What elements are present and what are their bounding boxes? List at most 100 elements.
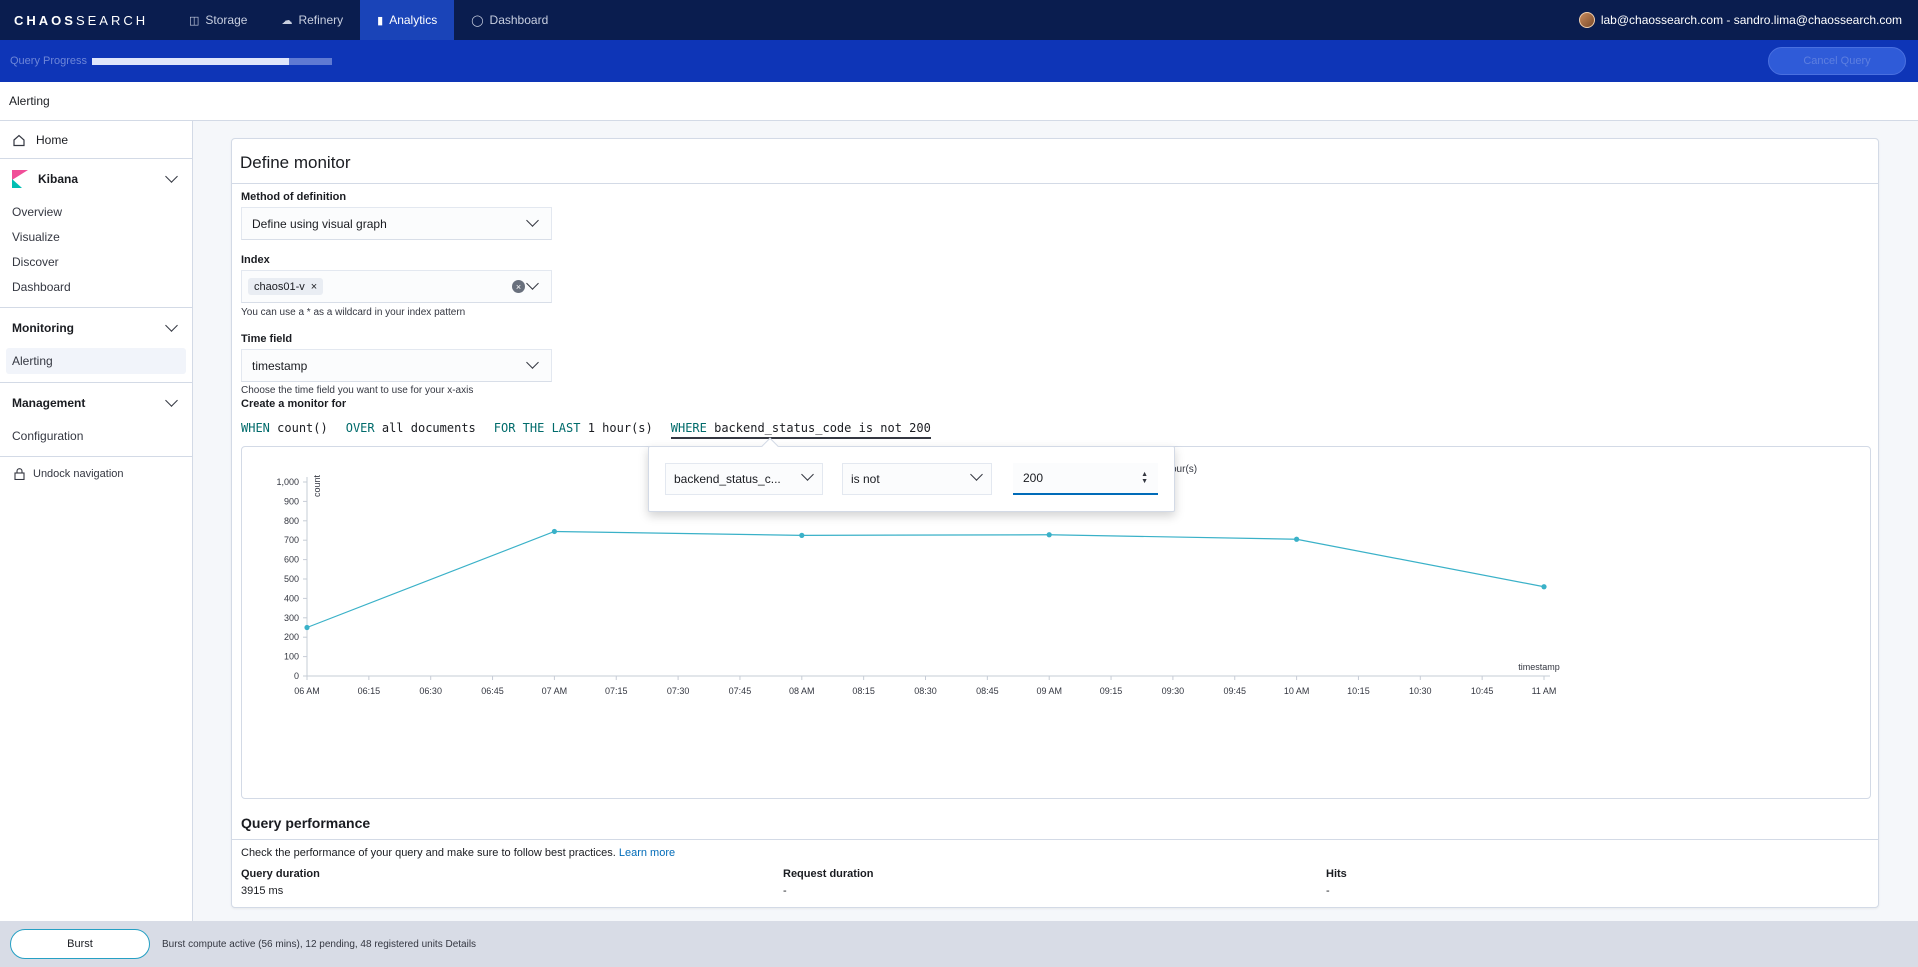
learn-more-link[interactable]: Learn more	[619, 847, 675, 859]
x-tick-label: 06:45	[481, 686, 504, 696]
x-tick-label: 08:15	[852, 686, 875, 696]
progress-track	[92, 57, 332, 65]
sidebar-item-configuration[interactable]: Configuration	[0, 423, 192, 448]
tab-dashboard[interactable]: ◯ Dashboard	[454, 0, 565, 40]
undock-label: Undock navigation	[33, 468, 124, 480]
sidebar-item-overview[interactable]: Overview	[0, 199, 192, 224]
stat-value: -	[783, 885, 787, 897]
user-menu[interactable]: lab@chaossearch.com - sandro.lima@chaoss…	[1578, 12, 1902, 28]
x-axis-label: timestamp	[1518, 662, 1560, 672]
expr-keyword: OVER	[345, 421, 375, 435]
x-tick-label: 07:15	[605, 686, 628, 696]
chevron-down-icon	[970, 468, 983, 481]
x-tick-label: 09:30	[1162, 686, 1185, 696]
tab-analytics[interactable]: ▮ Analytics	[360, 0, 455, 40]
time-field-select[interactable]: timestamp	[241, 349, 552, 382]
y-tick-label: 400	[284, 593, 299, 603]
time-field-label: Time field	[241, 333, 293, 345]
chevron-down-icon	[165, 319, 178, 332]
sidebar-item-home[interactable]: Home	[0, 121, 192, 159]
create-monitor-label: Create a monitor for	[241, 398, 347, 410]
expr-keyword: WHERE	[670, 421, 707, 435]
data-point	[304, 624, 310, 631]
tab-storage[interactable]: ◫ Storage	[172, 0, 264, 40]
expr-value: backend_status_code is not 200	[714, 421, 931, 435]
time-field-value: timestamp	[252, 358, 308, 373]
query-progress-bar: Query Progress Cancel Query	[0, 40, 1918, 82]
data-point	[1046, 532, 1052, 538]
y-axis-label: count	[312, 474, 322, 497]
sidebar-item-visualize[interactable]: Visualize	[0, 224, 192, 249]
index-combobox[interactable]: chaos01-v × ×	[241, 270, 552, 303]
chaossearch-logo[interactable]: CHAOSSEARCH	[14, 13, 172, 28]
close-icon[interactable]: ×	[311, 281, 317, 293]
lock-icon	[14, 468, 25, 480]
chevron-down-icon[interactable]	[526, 277, 539, 290]
expr-for-the-last[interactable]: FOR THE LAST 1 hour(s)	[494, 421, 653, 439]
expr-over[interactable]: OVER all documents	[346, 421, 476, 439]
expr-when[interactable]: WHEN count()	[241, 421, 328, 439]
x-tick-label: 06:15	[358, 686, 381, 696]
sidebar-group-monitoring[interactable]: Monitoring	[0, 308, 192, 348]
y-tick-label: 900	[284, 496, 299, 506]
sidebar-item-label: Home	[36, 132, 69, 147]
where-operator-value: is not	[851, 472, 880, 486]
sidebar-group-management[interactable]: Management	[0, 383, 192, 423]
stat-label: Hits	[1326, 868, 1347, 880]
sidebar-item-dashboard[interactable]: Dashboard	[0, 274, 192, 299]
x-tick-label: 11 AM	[1532, 686, 1557, 696]
index-pill-label: chaos01-v	[254, 280, 305, 293]
x-tick-label: 08 AM	[789, 686, 815, 696]
expr-value: 1 hour(s)	[587, 421, 653, 435]
index-pill[interactable]: chaos01-v ×	[248, 278, 324, 295]
chevron-down-icon	[801, 468, 814, 481]
cancel-query-button[interactable]: Cancel Query	[1768, 47, 1906, 75]
stat-label: Query duration	[241, 868, 320, 880]
sidebar-item-alerting[interactable]: Alerting	[6, 348, 186, 374]
expr-value: all documents	[381, 421, 476, 435]
burst-button[interactable]: Burst	[10, 929, 150, 959]
number-stepper-icon[interactable]: ▲ ▼	[1141, 471, 1148, 485]
sidebar-item-discover[interactable]: Discover	[0, 249, 192, 274]
top-navigation: CHAOSSEARCH ◫ Storage ☁ Refinery ▮ Analy…	[0, 0, 1918, 40]
where-clause-popover: backend_status_c... is not 200 ▲ ▼	[648, 437, 1175, 512]
y-tick-label: 800	[284, 516, 299, 526]
method-select[interactable]: Define using visual graph	[241, 207, 552, 240]
undock-navigation-button[interactable]: Undock navigation	[0, 457, 192, 491]
breadcrumb-alerting[interactable]: Alerting	[9, 94, 50, 108]
stat-query-duration: Query duration 3915 ms	[241, 868, 320, 897]
data-point	[799, 532, 805, 538]
where-value-input[interactable]: 200 ▲ ▼	[1013, 463, 1158, 495]
x-tick-label: 09 AM	[1036, 686, 1062, 696]
storage-icon: ◫	[189, 14, 200, 27]
x-tick-label: 07:30	[667, 686, 690, 696]
where-field-select[interactable]: backend_status_c...	[665, 463, 823, 495]
y-tick-label: 300	[284, 613, 299, 623]
expr-where[interactable]: WHERE backend_status_code is not 200	[670, 421, 931, 439]
tab-refinery[interactable]: ☁ Refinery	[264, 0, 360, 40]
chevron-down-icon	[165, 170, 178, 183]
sidebar-group-kibana[interactable]: Kibana	[0, 159, 192, 199]
query-performance-description: Check the performance of your query and …	[241, 847, 675, 859]
x-tick-label: 08:45	[976, 686, 999, 696]
x-tick-label: 09:15	[1100, 686, 1123, 696]
where-operator-select[interactable]: is not	[842, 463, 992, 495]
x-tick-label: 10:30	[1409, 686, 1432, 696]
clear-icon[interactable]: ×	[512, 280, 525, 293]
y-tick-label: 700	[284, 535, 299, 545]
details-link[interactable]: Details	[445, 939, 476, 950]
sidebar-section-monitoring: Monitoring Alerting	[0, 308, 192, 383]
where-value-text: 200	[1023, 471, 1044, 485]
tab-label: Analytics	[389, 13, 438, 27]
tab-label: Dashboard	[489, 13, 549, 27]
method-select-value: Define using visual graph	[252, 216, 387, 231]
logo-text-bold: CHAOS	[14, 12, 76, 28]
y-tick-label: 0	[294, 671, 299, 681]
y-tick-label: 500	[284, 574, 299, 584]
expr-keyword: WHEN	[241, 421, 270, 435]
sidebar-section-kibana: Kibana Overview Visualize Discover Dashb…	[0, 159, 192, 308]
x-tick-label: 10 AM	[1284, 686, 1310, 696]
breadcrumb: Alerting	[0, 82, 1918, 121]
sidebar-group-label: Monitoring	[12, 321, 74, 335]
time-field-help-text: Choose the time field you want to use fo…	[241, 385, 474, 396]
